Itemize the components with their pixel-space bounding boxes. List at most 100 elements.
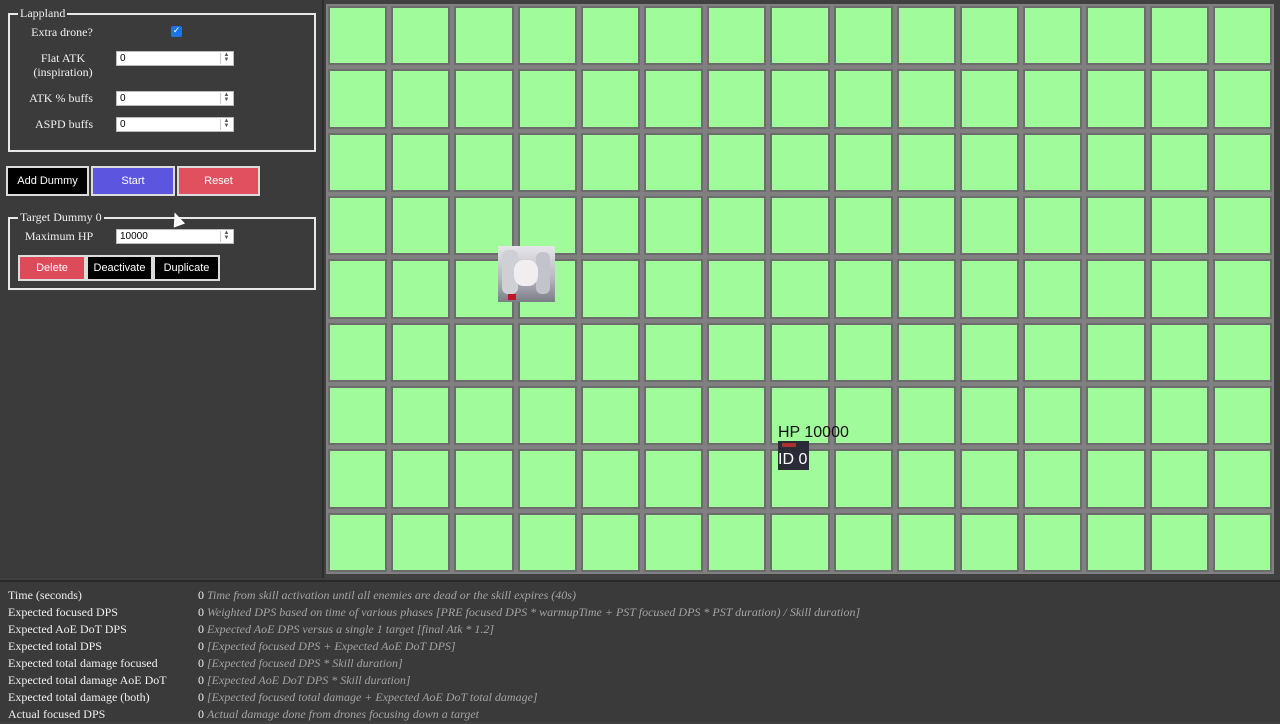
grid-tile[interactable] <box>960 322 1020 382</box>
grid-tile[interactable] <box>960 449 1020 509</box>
grid-tile[interactable] <box>328 195 388 256</box>
grid-tile[interactable] <box>580 259 640 319</box>
grid-tile[interactable] <box>391 449 451 509</box>
grid-tile[interactable] <box>644 69 704 129</box>
grid-tile[interactable] <box>1212 69 1272 129</box>
grid-tile[interactable] <box>1086 322 1146 382</box>
grid-tile[interactable] <box>770 259 830 319</box>
grid-tile[interactable] <box>1212 259 1272 319</box>
grid-tile[interactable] <box>580 322 640 382</box>
start-button[interactable]: Start <box>91 166 175 196</box>
grid-tile[interactable] <box>1023 449 1083 509</box>
grid-tile[interactable] <box>328 69 388 129</box>
grid-tile[interactable] <box>833 259 893 319</box>
grid-tile[interactable] <box>1023 6 1083 66</box>
grid-tile[interactable] <box>328 6 388 66</box>
grid-tile[interactable] <box>833 69 893 129</box>
spinner-icon[interactable]: ▲ ▼ <box>220 230 232 242</box>
grid-tile[interactable] <box>644 259 704 319</box>
grid-tile[interactable] <box>328 449 388 509</box>
grid-tile[interactable] <box>391 195 451 256</box>
grid-tile[interactable] <box>770 6 830 66</box>
grid-tile[interactable] <box>517 385 577 446</box>
grid-tile[interactable] <box>1023 385 1083 446</box>
grid-tile[interactable] <box>770 195 830 256</box>
grid-tile[interactable] <box>454 6 514 66</box>
max-hp-input[interactable]: 10000 ▲ ▼ <box>116 229 234 244</box>
grid-tile[interactable] <box>1149 259 1209 319</box>
grid-tile[interactable] <box>1023 132 1083 192</box>
grid-tile[interactable] <box>328 132 388 192</box>
grid-tile[interactable] <box>517 322 577 382</box>
grid-tile[interactable] <box>517 132 577 192</box>
grid-tile[interactable] <box>454 385 514 446</box>
flat-atk-input[interactable]: 0 ▲ ▼ <box>116 51 234 66</box>
grid-tile[interactable] <box>833 322 893 382</box>
grid-tile[interactable] <box>644 322 704 382</box>
grid-tile[interactable] <box>1149 449 1209 509</box>
grid-tile[interactable] <box>707 195 767 256</box>
grid-tile[interactable] <box>1086 512 1146 572</box>
grid-tile[interactable] <box>644 132 704 192</box>
grid-tile[interactable] <box>707 259 767 319</box>
grid-tile[interactable] <box>770 322 830 382</box>
grid-tile[interactable] <box>1212 132 1272 192</box>
aspd-input[interactable]: 0 ▲ ▼ <box>116 117 234 132</box>
grid-tile[interactable] <box>454 132 514 192</box>
grid-tile[interactable] <box>1086 195 1146 256</box>
grid-tile[interactable] <box>1023 69 1083 129</box>
grid-tile[interactable] <box>328 385 388 446</box>
grid-tile[interactable] <box>707 6 767 66</box>
grid-tile[interactable] <box>644 195 704 256</box>
grid-tile[interactable] <box>1149 6 1209 66</box>
deactivate-button[interactable]: Deactivate <box>86 255 153 281</box>
grid-tile[interactable] <box>896 512 956 572</box>
grid-tile[interactable] <box>896 6 956 66</box>
grid-tile[interactable] <box>707 385 767 446</box>
grid-tile[interactable] <box>833 6 893 66</box>
atk-pct-input[interactable]: 0 ▲ ▼ <box>116 91 234 106</box>
grid-tile[interactable] <box>833 195 893 256</box>
tile-grid[interactable] <box>326 4 1274 574</box>
grid-tile[interactable] <box>580 195 640 256</box>
grid-tile[interactable] <box>896 385 956 446</box>
grid-tile[interactable] <box>517 449 577 509</box>
lappland-operator-icon[interactable] <box>498 246 555 302</box>
grid-tile[interactable] <box>580 449 640 509</box>
grid-tile[interactable] <box>1149 132 1209 192</box>
grid-tile[interactable] <box>454 512 514 572</box>
grid-tile[interactable] <box>391 385 451 446</box>
grid-tile[interactable] <box>328 259 388 319</box>
grid-tile[interactable] <box>454 449 514 509</box>
grid-tile[interactable] <box>644 449 704 509</box>
grid-tile[interactable] <box>644 385 704 446</box>
grid-tile[interactable] <box>960 259 1020 319</box>
grid-tile[interactable] <box>707 322 767 382</box>
grid-tile[interactable] <box>960 385 1020 446</box>
grid-tile[interactable] <box>580 69 640 129</box>
grid-tile[interactable] <box>896 69 956 129</box>
grid-tile[interactable] <box>1149 512 1209 572</box>
grid-tile[interactable] <box>644 512 704 572</box>
grid-tile[interactable] <box>328 322 388 382</box>
grid-tile[interactable] <box>1212 322 1272 382</box>
grid-tile[interactable] <box>1212 6 1272 66</box>
grid-tile[interactable] <box>580 6 640 66</box>
grid-tile[interactable] <box>707 132 767 192</box>
grid-tile[interactable] <box>1086 132 1146 192</box>
grid-tile[interactable] <box>707 449 767 509</box>
grid-tile[interactable] <box>454 322 514 382</box>
spinner-icon[interactable]: ▲ ▼ <box>220 92 232 104</box>
grid-tile[interactable] <box>896 195 956 256</box>
grid-tile[interactable] <box>707 512 767 572</box>
grid-tile[interactable] <box>391 132 451 192</box>
grid-tile[interactable] <box>517 69 577 129</box>
grid-tile[interactable] <box>960 512 1020 572</box>
grid-tile[interactable] <box>896 132 956 192</box>
grid-tile[interactable] <box>1086 259 1146 319</box>
grid-tile[interactable] <box>833 449 893 509</box>
grid-tile[interactable] <box>391 69 451 129</box>
grid-tile[interactable] <box>328 512 388 572</box>
grid-tile[interactable] <box>1086 385 1146 446</box>
grid-tile[interactable] <box>644 6 704 66</box>
